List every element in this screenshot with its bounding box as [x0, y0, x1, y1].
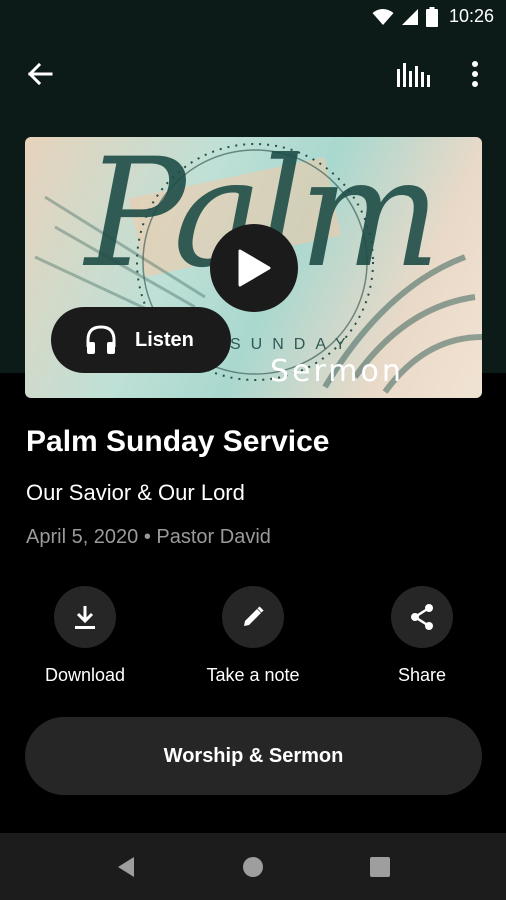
more-options-button[interactable]: [456, 54, 494, 94]
nav-recents-icon: [370, 857, 390, 877]
nav-home-icon: [243, 857, 263, 877]
share-label: Share: [397, 665, 447, 685]
download-circle[interactable]: [54, 586, 116, 648]
share-icon: [411, 604, 433, 630]
series-button[interactable]: Worship & Sermon: [25, 717, 482, 795]
battery-icon: [425, 6, 438, 27]
take-note-label: Take a note: [206, 665, 300, 685]
play-button[interactable]: [210, 224, 298, 312]
take-note-button[interactable]: Take a note: [168, 586, 338, 686]
arrow-back-icon: [27, 62, 53, 86]
nav-back-button[interactable]: [106, 847, 146, 887]
share-circle[interactable]: [391, 586, 453, 648]
status-bar: 10:26: [0, 0, 506, 36]
artwork-subtitle: SUNDAY: [230, 336, 356, 353]
sermon-subtitle: Our Savior & Our Lord: [26, 480, 245, 505]
system-navigation-bar: [0, 833, 506, 900]
cell-signal-icon: [401, 8, 418, 25]
share-button[interactable]: Share: [337, 586, 506, 686]
app-bar: [0, 44, 506, 104]
audio-player-button[interactable]: [390, 54, 436, 94]
pencil-icon: [244, 606, 264, 626]
nav-back-icon: [118, 857, 134, 877]
back-button[interactable]: [18, 54, 62, 94]
nav-recents-button[interactable]: [360, 847, 400, 887]
more-vert-icon: [472, 61, 478, 87]
status-icons: 10:26: [372, 6, 494, 27]
listen-label: Listen: [135, 328, 194, 351]
download-button[interactable]: Download: [0, 586, 170, 686]
play-icon: [238, 249, 271, 287]
nav-home-button[interactable]: [233, 847, 273, 887]
series-label: Worship & Sermon: [163, 744, 344, 767]
headphones-icon: [86, 325, 116, 354]
sermon-date-speaker: April 5, 2020 • Pastor David: [26, 526, 271, 548]
sermon-title: Palm Sunday Service: [26, 425, 330, 458]
download-icon: [75, 606, 95, 629]
take-note-circle[interactable]: [222, 586, 284, 648]
equalizer-icon: [397, 63, 430, 87]
download-label: Download: [44, 665, 126, 685]
clock: 10:26: [448, 6, 494, 26]
artwork-title: Sermon: [270, 354, 404, 389]
listen-button[interactable]: Listen: [51, 307, 231, 373]
wifi-icon: [372, 8, 394, 25]
